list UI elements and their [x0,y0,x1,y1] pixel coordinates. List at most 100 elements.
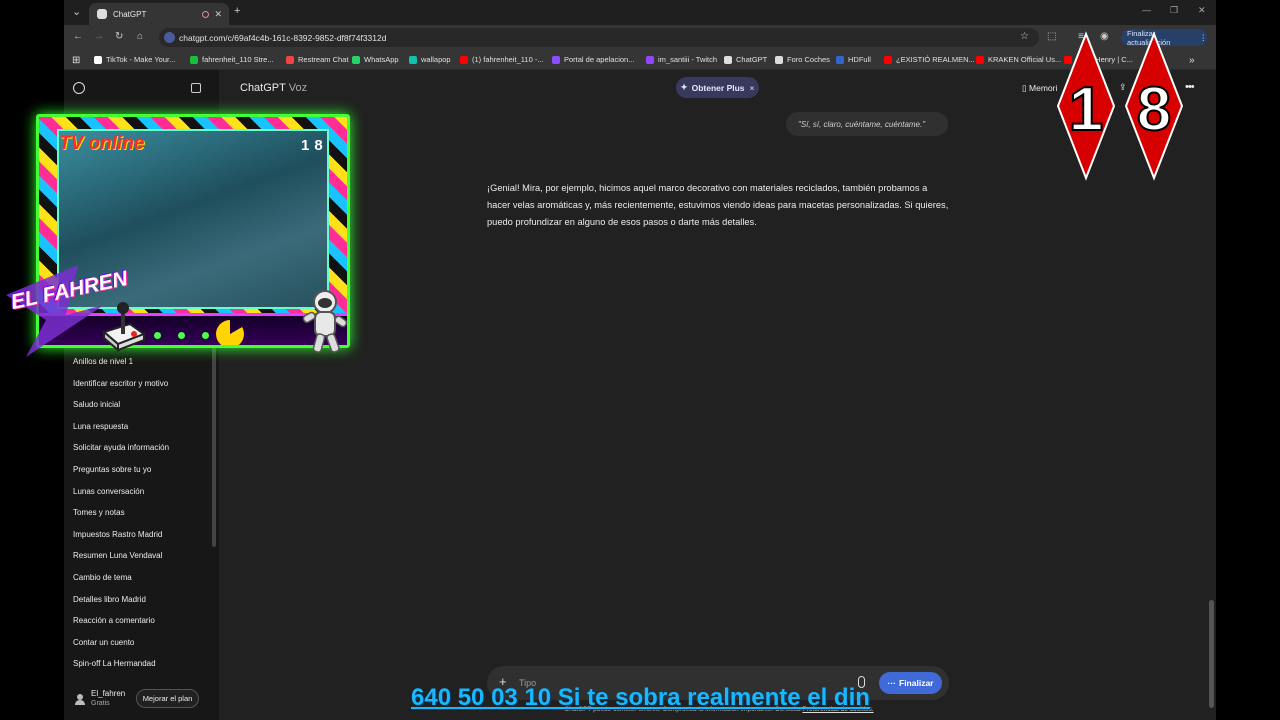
bookmark-favicon-icon [552,55,560,64]
bookmark-item[interactable]: Foro Coches [775,55,830,64]
bookmark-item[interactable]: fahrenheit_110 Stre... [190,55,274,64]
bookmark-item[interactable]: wallapop [409,55,451,64]
bookmark-label: TikTok - Make Your... [106,55,176,64]
forward-icon[interactable]: → [94,31,104,42]
bookmark-favicon-icon [884,55,892,64]
bookmark-item[interactable]: ChatGPT [724,55,767,64]
sidebar-chat-item[interactable]: Reacción a comentario [73,616,155,625]
site-info-icon[interactable] [164,32,175,43]
voice-wave-icon: ··· [887,678,897,688]
kebab-menu-icon[interactable]: ⋮ [1200,33,1208,42]
bookmark-label: ChatGPT [736,55,768,64]
sidebar-chat-item[interactable]: Preguntas sobre tu yo [73,465,151,474]
browser-toolbar: ← → ↻ ⌂ chatgpt.com/c/69af4c4b-161c-8392… [64,25,1216,50]
url-text: chatgpt.com/c/69af4c4b-161c-8392-9852-df… [179,32,387,43]
user-name[interactable]: El_fahren [91,689,125,698]
bookmark-label: (1) fahrenheit_110 -... [472,55,544,64]
user-plan: Gratis [91,700,110,707]
pacman-dot [178,332,185,339]
bookmark-label: HDFull [848,55,871,64]
pacman-dot [154,332,161,339]
joystick-icon [101,302,146,352]
reload-icon[interactable]: ↻ [115,31,123,42]
bookmark-favicon-icon [646,55,654,64]
upgrade-plan-button[interactable]: Mejorar el plan [136,689,199,708]
sidebar-chat-item[interactable]: Anillos de nivel 1 [73,357,133,366]
more-bookmarks-icon[interactable]: » [1189,55,1195,66]
sidebar-chat-item[interactable]: Cambio de tema [73,573,132,582]
sidebar-chat-item[interactable]: Spin-off La Hermandad [73,659,156,668]
avatar[interactable] [74,693,86,705]
main-scrollbar[interactable] [1209,600,1214,708]
recording-icon [202,10,209,18]
sidebar-chat-item[interactable]: Solicitar ayuda información [73,443,169,452]
pacman-dot [202,332,209,339]
bookmark-favicon-icon [286,55,294,64]
get-plus-button[interactable]: ✦ Obtener Plus × [676,77,759,98]
badge-digit-1: 1 [1069,75,1103,144]
badge-digit-8: 8 [1137,75,1171,144]
pacman-icon [216,320,244,345]
bookmark-label: fahrenheit_110 Stre... [202,55,274,64]
bookmarks-bar: ⊞ » TikTok - Make Your... fahrenheit_110 … [64,50,1216,70]
sidebar-chat-item[interactable]: Impuestos Rastro Madrid [73,530,162,539]
bookmark-favicon-icon [409,55,417,64]
get-plus-label: Obtener Plus [691,82,745,93]
apps-grid-icon[interactable]: ⊞ [72,55,80,66]
minimize-icon[interactable]: — [1142,5,1151,15]
address-bar[interactable]: chatgpt.com/c/69af4c4b-161c-8392-9852-df… [159,28,1039,47]
dismiss-icon[interactable]: × [750,83,755,93]
chatgpt-favicon-icon [97,9,107,19]
donation-ticker: 640 50 03 10 Si te sobra realmente el di… [411,684,870,711]
bookmark-item[interactable]: WhatsApp [352,55,399,64]
sidebar-toggle-icon[interactable] [191,83,201,93]
sidebar-chat-item[interactable]: Lunas conversación [73,487,144,496]
user-message: "Sí, sí, claro, cuéntame, cuéntame." [786,112,948,136]
sidebar-chat-item[interactable]: Luna respuesta [73,422,128,431]
sidebar-chat-item[interactable]: Identificar escritor y motivo [73,379,168,388]
page-title[interactable]: ChatGPT Voz [240,82,307,94]
sidebar-scrollbar[interactable] [212,325,216,547]
bookmark-favicon-icon [352,55,360,64]
bookmark-label: Portal de apelacion... [564,55,635,64]
tab-strip: ⌄ ChatGPT ✕ + — ❐ ✕ [64,0,1216,25]
tab-title: ChatGPT [113,9,147,19]
bookmark-favicon-icon [94,55,102,64]
age-18-badge: 1 8 [1056,31,1184,181]
bookmark-item[interactable]: Restream Chat [286,55,348,64]
browser-window: ⌄ ChatGPT ✕ + — ❐ ✕ ← → ↻ ⌂ chatgpt.com/… [64,0,1216,720]
bookmark-item[interactable]: HDFull [836,55,871,64]
sidebar-chat-item[interactable]: Saludo inicial [73,400,120,409]
sidebar-chat-item[interactable]: Detalles libro Madrid [73,595,146,604]
home-icon[interactable]: ⌂ [137,31,143,42]
bookmark-item[interactable]: Portal de apelacion... [552,55,634,64]
bookmark-item[interactable]: TikTok - Make Your... [94,55,175,64]
bookmark-label: ¿EXISTIÓ REALMEN... [896,55,975,64]
bookmark-item[interactable]: ¿EXISTIÓ REALMEN... [884,55,975,64]
tv-online-label: TV online [59,133,145,154]
new-tab-icon[interactable]: + [234,5,240,17]
openai-logo-icon[interactable] [73,82,85,94]
bookmark-star-icon[interactable]: ☆ [1020,31,1029,42]
bookmark-label: im_santiii - Twitch [658,55,718,64]
sidebar-chat-item[interactable]: Contar un cuento [73,638,134,647]
bookmark-item[interactable]: KRAKEN Official Us... [976,55,1061,64]
sidebar-chat-item[interactable]: Resumen Luna Vendaval [73,551,162,560]
bookmark-label: KRAKEN Official Us... [988,55,1062,64]
finish-voice-button[interactable]: ··· Finalizar [879,672,942,694]
close-tab-icon[interactable]: ✕ [214,9,222,20]
bookmark-favicon-icon [724,55,732,64]
bookmark-item[interactable]: im_santiii - Twitch [646,55,717,64]
tab-chatgpt[interactable]: ChatGPT ✕ [89,3,229,25]
astronaut-icon [302,290,348,353]
restore-icon[interactable]: ❐ [1170,5,1178,16]
sidebar-chat-item[interactable]: Tomes y notas [73,508,125,517]
close-window-icon[interactable]: ✕ [1198,5,1206,16]
bookmark-item[interactable]: (1) fahrenheit_110 -... [460,55,544,64]
bookmark-favicon-icon [976,55,984,64]
mode-label: Voz [288,82,308,94]
cam-age-badge: 18 [301,137,328,154]
back-icon[interactable]: ← [73,31,83,42]
bookmark-label: Foro Coches [787,55,830,64]
tab-search-icon[interactable]: ⌄ [72,5,81,18]
